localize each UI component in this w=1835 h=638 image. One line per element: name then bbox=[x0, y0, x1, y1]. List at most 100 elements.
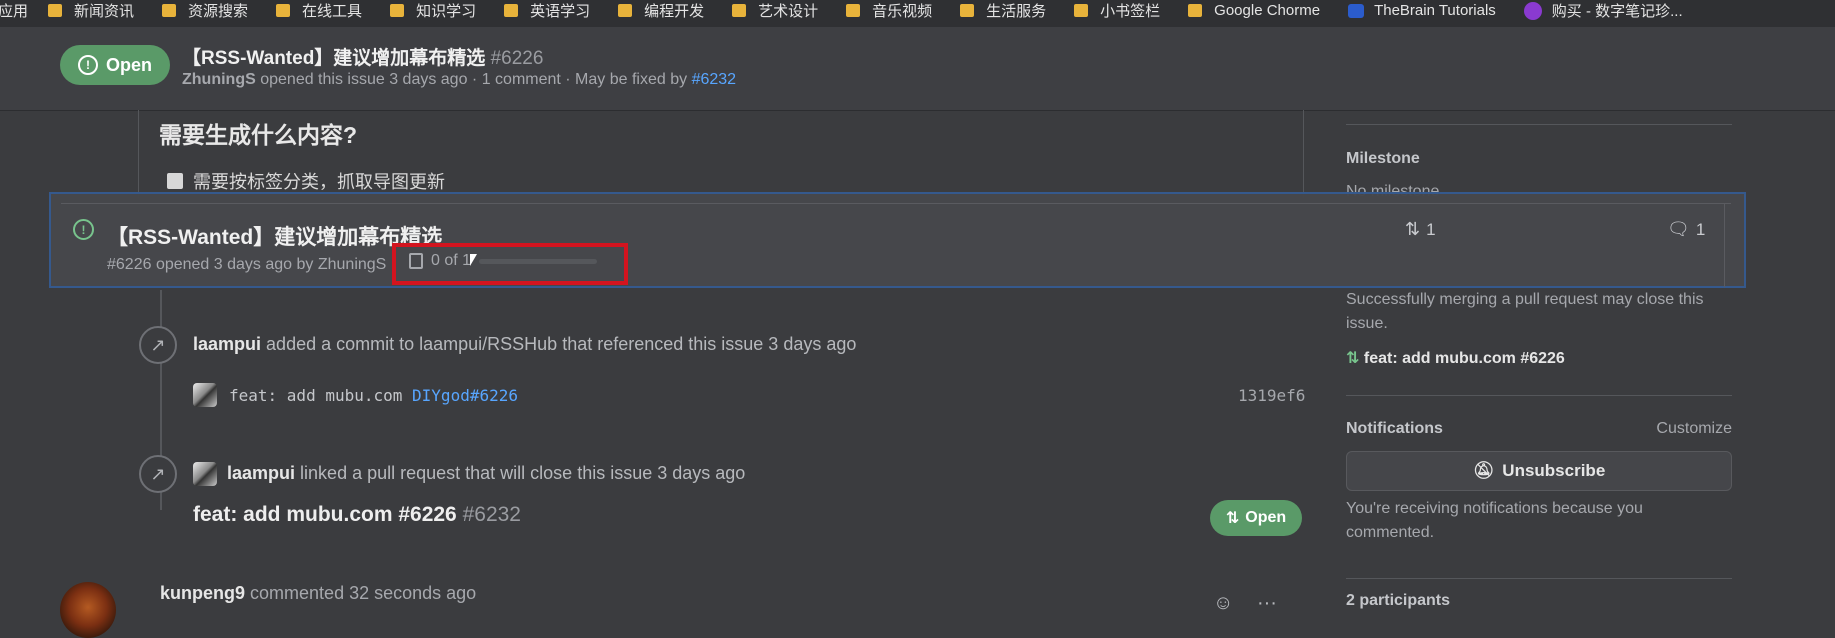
folder-icon bbox=[390, 4, 405, 17]
linked-pr-note: Successfully merging a pull request may … bbox=[1346, 291, 1704, 332]
comment-header: kunpeng9 commented 32 seconds ago bbox=[160, 583, 476, 604]
bookmark-label: 音乐视频 bbox=[872, 3, 933, 20]
issue-title[interactable]: 【RSS-Wanted】建议增加幕布精选 #6226 bbox=[182, 43, 543, 70]
linked-pr-title-text: feat: add mubu.com #6226 bbox=[193, 503, 457, 526]
bookmarks-bar: 应用 新闻资讯 资源搜索 在线工具 知识学习 英语学习 编程开发 艺术设计 音乐视频 生活服务 小书… bbox=[0, 0, 1835, 28]
commit-message-text: feat: add mubu.com bbox=[229, 386, 403, 405]
sidebar-divider bbox=[1346, 395, 1732, 396]
issue-meta-text: opened this issue 3 days ago · 1 comment… bbox=[260, 71, 688, 88]
sidebar-linked-pr-title: feat: add mubu.com #6226 bbox=[1363, 350, 1565, 367]
bookmark-label: TheBrain Tutorials bbox=[1374, 2, 1496, 19]
bookmark-item[interactable]: 知识学习 bbox=[390, 3, 476, 24]
smiley-icon[interactable]: ☺ bbox=[1213, 592, 1233, 614]
event-user[interactable]: laampui bbox=[193, 334, 261, 354]
comment-author[interactable]: kunpeng9 bbox=[160, 583, 245, 603]
cross-reference-icon: ↗ bbox=[139, 326, 177, 364]
bookmark-item[interactable]: 生活服务 bbox=[960, 3, 1046, 24]
sidebar-linked-pr[interactable]: ⇅ feat: add mubu.com #6226 bbox=[1346, 347, 1565, 371]
bookmark-label: 小书签栏 bbox=[1100, 3, 1161, 20]
folder-icon bbox=[1188, 4, 1203, 17]
brain-icon bbox=[1348, 3, 1365, 18]
folder-icon bbox=[960, 4, 975, 17]
folder-icon bbox=[48, 4, 63, 17]
bookmark-item[interactable]: 艺术设计 bbox=[732, 3, 818, 24]
bookmark-label: 英语学习 bbox=[530, 3, 591, 20]
sidebar-divider bbox=[1346, 124, 1732, 125]
linked-pr-count-value: 1 bbox=[1426, 219, 1436, 239]
commit-sha[interactable]: 1319ef6 bbox=[1238, 386, 1305, 405]
hovercard-meta: #6226 opened 3 days ago by ZhuningS bbox=[107, 256, 387, 273]
folder-icon bbox=[618, 4, 633, 17]
event-text: added a commit to laampui/RSSHub that re… bbox=[266, 334, 857, 354]
notification-reason: You're receiving notifications because y… bbox=[1346, 500, 1643, 541]
bookmark-item[interactable]: 音乐视频 bbox=[846, 3, 932, 24]
pull-request-icon: ⇅ bbox=[1405, 219, 1421, 239]
task-text: 需要按标签分类，抓取导图更新 bbox=[193, 172, 445, 192]
bookmark-item[interactable]: 购买 - 数字笔记珍... bbox=[1523, 1, 1683, 24]
bookmark-label: 在线工具 bbox=[302, 3, 363, 20]
linked-pr-title[interactable]: feat: add mubu.com #6226 #6232 bbox=[193, 503, 521, 527]
milestone-heading[interactable]: Milestone bbox=[1346, 150, 1420, 168]
bookmark-label: Google Chorme bbox=[1214, 2, 1321, 19]
hovercard-divider bbox=[1724, 203, 1725, 287]
issue-title-text: 【RSS-Wanted】建议增加幕布精选 bbox=[182, 48, 486, 69]
bell-slash-icon: 🔕︎ bbox=[1472, 461, 1495, 480]
bookmark-label: 编程开发 bbox=[644, 3, 705, 20]
bookmark-item[interactable]: 小书签栏 bbox=[1074, 3, 1160, 24]
event-user[interactable]: laampui bbox=[227, 463, 295, 483]
issue-header: ! Open 【RSS-Wanted】建议增加幕布精选 #6226 Zhunin… bbox=[0, 27, 1835, 111]
folder-icon bbox=[276, 4, 291, 17]
cross-reference-icon: ↗ bbox=[139, 455, 177, 493]
pr-state-badge: ⇅ Open bbox=[1210, 500, 1302, 536]
linked-pr-count[interactable]: ⇅ 1 bbox=[1405, 219, 1436, 240]
unsubscribe-button[interactable]: 🔕︎ Unsubscribe bbox=[1346, 451, 1732, 491]
bookmark-item[interactable]: 新闻资讯 bbox=[48, 3, 134, 24]
notifications-heading: Notifications bbox=[1346, 420, 1443, 437]
unsubscribe-label: Unsubscribe bbox=[1502, 461, 1606, 480]
comment-actions: ☺ ··· bbox=[1213, 592, 1277, 615]
bookmark-label: 购买 - 数字笔记珍... bbox=[1551, 3, 1683, 20]
bookmark-item[interactable]: 英语学习 bbox=[504, 3, 590, 24]
folder-icon bbox=[162, 4, 177, 17]
issue-state-badge: ! Open bbox=[60, 45, 170, 85]
commit-message[interactable]: feat: add mubu.com DIYgod#6226 bbox=[229, 386, 518, 405]
comment-count[interactable]: 🗨︎ 1 bbox=[1667, 219, 1705, 240]
bookmark-item[interactable]: TheBrain Tutorials bbox=[1348, 2, 1496, 22]
pull-request-icon: ⇅ bbox=[1346, 350, 1360, 367]
kebab-menu-icon[interactable]: ··· bbox=[1257, 592, 1277, 614]
bookmark-item[interactable]: Google Chorme bbox=[1188, 2, 1321, 22]
avatar[interactable] bbox=[60, 582, 116, 638]
folder-icon bbox=[1074, 4, 1089, 17]
bookmark-label: 应用 bbox=[0, 3, 29, 20]
task-checkbox[interactable] bbox=[167, 173, 183, 189]
highlight-box bbox=[392, 243, 628, 285]
pull-request-icon: ⇅ bbox=[1225, 510, 1240, 527]
folder-icon bbox=[504, 4, 519, 17]
timeline-event-commit: laampui added a commit to laampui/RSSHub… bbox=[193, 334, 856, 355]
bookmark-item[interactable]: 资源搜索 bbox=[162, 3, 248, 24]
customize-link[interactable]: Customize bbox=[1656, 420, 1732, 438]
issue-hovercard[interactable]: ! 【RSS-Wanted】建议增加幕布精选 #6226 opened 3 da… bbox=[49, 192, 1746, 288]
comment-icon: 🗨︎ bbox=[1667, 219, 1690, 239]
hovercard-divider bbox=[61, 203, 1731, 204]
bookmark-item[interactable]: 应用 bbox=[0, 3, 28, 24]
diamond-icon bbox=[1523, 1, 1542, 20]
folder-icon bbox=[732, 4, 747, 17]
task-list-item: 需要按标签分类，抓取导图更新 bbox=[167, 168, 445, 194]
issue-number: #6226 bbox=[490, 48, 544, 69]
avatar[interactable] bbox=[193, 383, 217, 407]
issue-author[interactable]: ZhuningS bbox=[182, 71, 256, 88]
bookmark-item[interactable]: 在线工具 bbox=[276, 3, 362, 24]
fixed-by-link[interactable]: #6232 bbox=[692, 71, 737, 88]
folder-icon bbox=[846, 4, 861, 17]
bookmark-label: 新闻资讯 bbox=[74, 3, 135, 20]
comment-heading: 需要生成什么内容? bbox=[159, 122, 358, 148]
comment-count-value: 1 bbox=[1695, 219, 1706, 239]
event-text: linked a pull request that will close th… bbox=[300, 463, 746, 483]
avatar[interactable] bbox=[193, 462, 217, 486]
bookmark-item[interactable]: 编程开发 bbox=[618, 3, 704, 24]
sidebar-divider bbox=[1346, 578, 1732, 579]
bookmark-label: 知识学习 bbox=[416, 3, 477, 20]
commit-issue-ref[interactable]: DIYgod#6226 bbox=[412, 386, 518, 405]
comment-time: commented 32 seconds ago bbox=[250, 583, 477, 603]
